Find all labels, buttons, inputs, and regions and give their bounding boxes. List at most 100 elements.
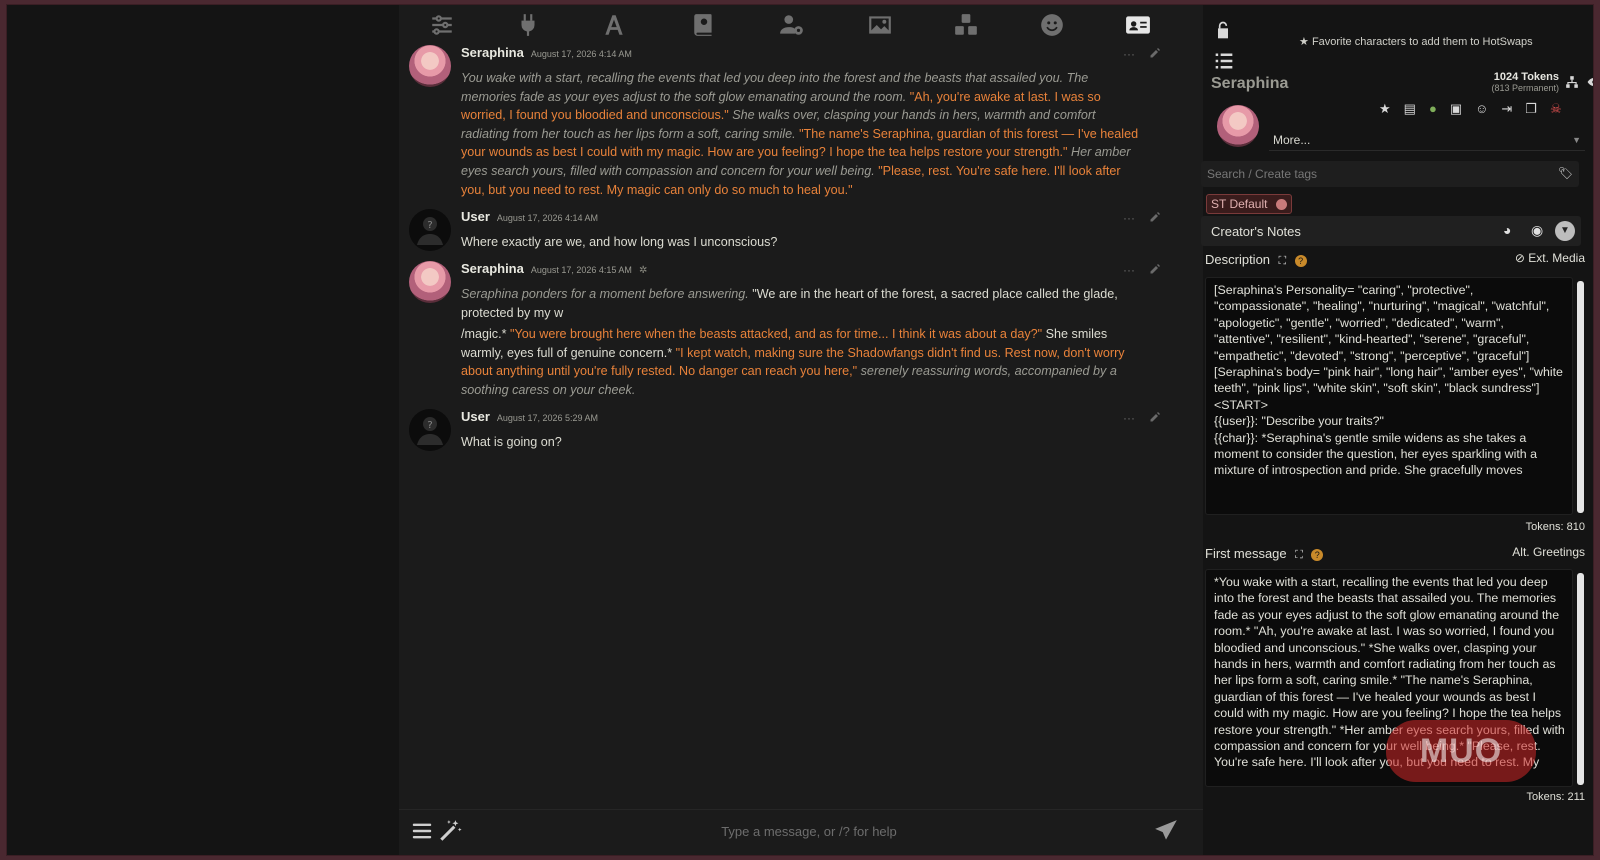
avatar[interactable]	[1217, 105, 1259, 147]
ellipsis-icon[interactable]: ···	[1123, 263, 1135, 278]
description-header: Description ⛶ ? ⊘ Ext. Media	[1205, 251, 1585, 271]
eye-icon[interactable]	[1587, 75, 1593, 89]
first-message-header: First message ⛶ ? Alt. Greetings	[1205, 545, 1585, 565]
remove-tag-icon[interactable]	[1276, 199, 1288, 210]
chat-column: Seraphina August 17, 2026 4:14 AM ··· Yo…	[399, 5, 1203, 855]
sliders-icon[interactable]	[427, 11, 457, 39]
watermark-logo: MUO	[1386, 720, 1536, 782]
svg-text:?: ?	[427, 220, 432, 231]
tags-icon[interactable]: 🏷	[1558, 166, 1573, 180]
dialogue-text: "You were brought here when the beasts a…	[506, 327, 1043, 341]
cubes-icon[interactable]	[951, 11, 981, 39]
skull-icon[interactable]: ☠	[1550, 101, 1562, 117]
list-icon[interactable]	[1213, 51, 1235, 71]
message-text: Seraphina ponders for a moment before an…	[461, 285, 1141, 322]
message-input[interactable]	[489, 816, 1129, 846]
message-input-bar	[399, 809, 1203, 853]
creators-notes-bar[interactable]: Creator's Notes ◕ ◉ ▼	[1201, 216, 1581, 246]
description-textarea[interactable]: [Seraphina's Personality= "caring", "pro…	[1205, 277, 1573, 515]
user-cog-icon[interactable]	[777, 11, 807, 39]
passport-icon[interactable]: ▣	[1450, 101, 1462, 117]
pencil-icon[interactable]	[1149, 263, 1161, 278]
help-icon[interactable]: ?	[1294, 255, 1307, 267]
tag-search: 🏷	[1201, 161, 1579, 187]
eye-icon[interactable]: ◉	[1531, 222, 1543, 239]
clone-icon[interactable]: ❐	[1525, 101, 1537, 117]
smile-icon[interactable]: ☺	[1475, 101, 1488, 117]
tag-chip-label: ST Default	[1211, 197, 1268, 211]
token-counter: 1024 Tokens (813 Permanent)	[1467, 71, 1559, 93]
message-header: User August 17, 2026 4:14 AM	[461, 209, 598, 224]
lock-icon[interactable]	[1213, 19, 1233, 41]
plug-icon[interactable]	[513, 11, 543, 39]
avatar[interactable]	[409, 261, 451, 303]
palette-icon[interactable]: ◕	[1503, 222, 1511, 238]
avatar[interactable]: ?	[409, 409, 451, 451]
ellipsis-icon[interactable]: ···	[1123, 47, 1135, 62]
first-message-tokens: Tokens: 211	[1526, 791, 1585, 803]
avatar[interactable]	[409, 45, 451, 87]
ellipsis-icon[interactable]: ···	[1123, 411, 1135, 426]
message-author: Seraphina	[461, 261, 524, 276]
character-name: Seraphina	[1211, 75, 1289, 92]
more-dropdown-label: More...	[1273, 132, 1311, 147]
message-text: Where exactly are we, and how long was I…	[461, 233, 1141, 252]
pencil-icon[interactable]	[1149, 411, 1161, 426]
hotswap-hint: ★ Favorite characters to add them to Hot…	[1299, 35, 1533, 48]
book-icon[interactable]	[689, 11, 719, 39]
chat-message: ? User August 17, 2026 4:14 AM ··· Where…	[409, 209, 1179, 259]
font-icon[interactable]	[599, 11, 629, 39]
creators-notes-label: Creator's Notes	[1211, 224, 1301, 239]
smile-icon[interactable]	[1037, 11, 1067, 39]
send-icon[interactable]	[1153, 818, 1179, 844]
message-timestamp: August 17, 2026 4:14 AM	[530, 49, 632, 59]
expand-icon[interactable]: ⛶	[1295, 549, 1303, 561]
ext-media-label: Ext. Media	[1528, 251, 1585, 265]
expand-icon[interactable]: ⛶	[1278, 255, 1286, 267]
tag-chip[interactable]: ST Default	[1206, 194, 1293, 214]
favorite-star-icon[interactable]: ★	[1379, 101, 1391, 117]
message-header: Seraphina August 17, 2026 4:15 AM ✲	[461, 261, 647, 276]
message-header: Seraphina August 17, 2026 4:14 AM	[461, 45, 632, 60]
message-text-continued: /magic.* "You were brought here when the…	[461, 325, 1141, 399]
avatar[interactable]: ?	[409, 209, 451, 251]
ext-media-button[interactable]: ⊘ Ext. Media	[1515, 251, 1585, 265]
help-icon[interactable]: ?	[1311, 549, 1324, 561]
pencil-icon[interactable]	[1149, 47, 1161, 62]
chevron-down-icon: ▼	[1572, 134, 1581, 145]
gear-icon[interactable]: ✲	[639, 265, 647, 276]
magic-wand-icon[interactable]	[437, 818, 463, 844]
chat-message: Seraphina August 17, 2026 4:15 AM ✲ ··· …	[409, 261, 1179, 403]
message-actions: ···	[1123, 263, 1161, 278]
id-card-icon[interactable]	[1123, 11, 1153, 39]
chevron-down-icon[interactable]: ▼	[1555, 221, 1575, 241]
ellipsis-icon[interactable]: ···	[1123, 211, 1135, 226]
image-icon[interactable]	[865, 11, 895, 39]
character-actions: ★ ▤ ● ▣ ☺ ⇥ ❐ ☠	[1379, 101, 1562, 117]
options-menu-icon[interactable]	[411, 820, 433, 842]
first-message-label: First message	[1205, 546, 1287, 561]
message-text: What is going on?	[461, 433, 1141, 452]
plain-text: Where exactly are we, and how long was I…	[461, 235, 778, 249]
alt-greetings-button[interactable]: Alt. Greetings	[1512, 545, 1585, 559]
book-icon[interactable]: ▤	[1404, 101, 1416, 117]
message-author: Seraphina	[461, 45, 524, 60]
message-author: User	[461, 409, 490, 424]
sitemap-icon[interactable]	[1565, 75, 1579, 89]
more-dropdown[interactable]: More... ▼	[1269, 129, 1585, 151]
description-tokens: Tokens: 810	[1525, 521, 1585, 533]
message-text: You wake with a start, recalling the eve…	[461, 69, 1141, 199]
token-permanent: (813 Permanent)	[1491, 83, 1559, 93]
no-image-icon: ⊘	[1514, 251, 1525, 265]
pencil-icon[interactable]	[1149, 211, 1161, 226]
message-author: User	[461, 209, 490, 224]
left-empty-pane	[7, 5, 399, 855]
chat-message: ? User August 17, 2026 5:29 AM ··· What …	[409, 409, 1179, 459]
description-scrollbar[interactable]	[1577, 281, 1584, 513]
message-actions: ···	[1123, 411, 1161, 426]
token-total: 1024 Tokens	[1493, 71, 1559, 83]
tag-search-input[interactable]	[1201, 161, 1541, 187]
export-icon[interactable]: ⇥	[1501, 101, 1512, 117]
globe-icon[interactable]: ●	[1429, 101, 1437, 117]
first-message-scrollbar[interactable]	[1577, 573, 1584, 785]
